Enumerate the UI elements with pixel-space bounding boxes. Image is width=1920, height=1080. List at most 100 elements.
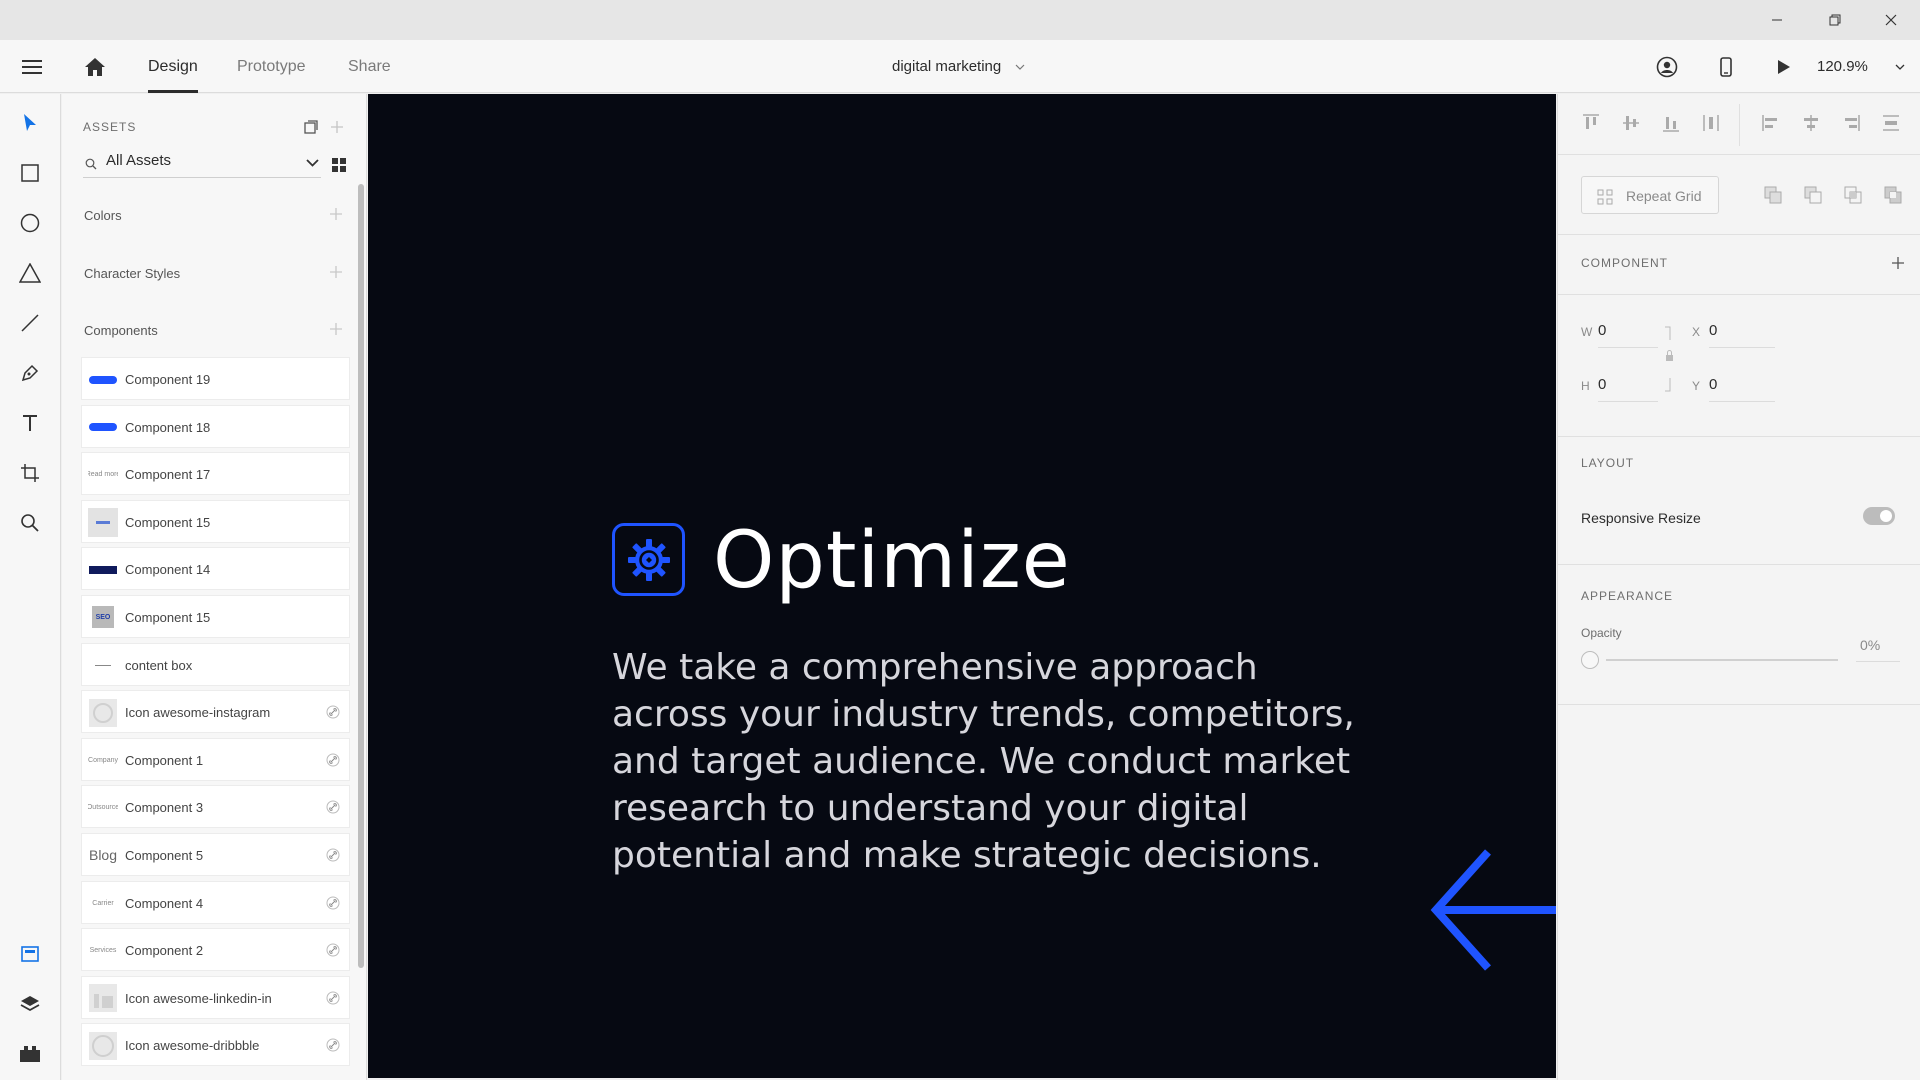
repeat-grid-button[interactable]: Repeat Grid (1581, 176, 1719, 214)
align-bottom-button[interactable] (1660, 112, 1682, 134)
component-list-item[interactable]: Company Component 1 (81, 737, 350, 781)
menu-button[interactable] (16, 40, 48, 93)
artboard-canvas[interactable]: Optimize We take a comprehensive approac… (368, 94, 1556, 1078)
opacity-value[interactable]: 0% (1860, 637, 1880, 653)
select-tool[interactable] (10, 103, 50, 143)
ellipse-tool[interactable] (10, 203, 50, 243)
opacity-slider-track[interactable] (1606, 659, 1838, 661)
repeat-grid-icon (1597, 189, 1613, 205)
layers-panel-button[interactable] (10, 984, 50, 1024)
grid-view-button[interactable] (332, 158, 346, 172)
subtract-button[interactable] (1802, 184, 1824, 206)
line-tool[interactable] (10, 303, 50, 343)
assets-panel-button[interactable] (10, 934, 50, 974)
component-thumbnail (88, 413, 118, 442)
document-menu-toggle[interactable] (1012, 40, 1028, 93)
component-thumbnail: Services (89, 947, 117, 955)
link-icon (326, 991, 340, 1005)
zoom-level[interactable]: 120.9% (1817, 40, 1868, 93)
device-preview-button[interactable] (1714, 40, 1738, 93)
height-input[interactable]: 0 (1598, 376, 1606, 393)
character-styles-section-label[interactable]: Character Styles (84, 266, 180, 281)
document-title[interactable]: digital marketing (892, 40, 1001, 93)
text-tool[interactable] (10, 403, 50, 443)
open-libraries-button[interactable] (304, 120, 318, 134)
component-list-item[interactable]: Component 14 (81, 547, 350, 591)
component-list-item[interactable]: Component 18 (81, 404, 350, 448)
zoom-menu-toggle[interactable] (1892, 40, 1908, 93)
width-underline (1598, 347, 1658, 348)
component-list-item[interactable]: Read more Component 17 (81, 452, 350, 496)
add-component-button[interactable] (329, 322, 345, 338)
pen-tool[interactable] (10, 353, 50, 393)
align-right-button[interactable] (1840, 112, 1862, 134)
assets-scrollbar[interactable] (358, 184, 364, 968)
text-icon (23, 415, 37, 431)
close-button[interactable] (1862, 0, 1920, 40)
responsive-resize-toggle[interactable] (1863, 507, 1895, 525)
polygon-tool[interactable] (10, 253, 50, 293)
opacity-slider-handle[interactable] (1581, 651, 1599, 669)
assets-icon (21, 946, 39, 962)
intersect-button[interactable] (1842, 184, 1864, 206)
add-button[interactable] (1762, 184, 1784, 206)
x-label: X (1692, 325, 1701, 339)
distribute-horizontal-button[interactable] (1700, 112, 1722, 134)
align-middle-button[interactable] (1620, 112, 1642, 134)
colors-section-label[interactable]: Colors (84, 208, 122, 223)
component-list-item[interactable]: Carrier Component 4 (81, 880, 350, 924)
distribute-icon (1703, 115, 1719, 131)
component-list-item[interactable]: SEO Component 15 (81, 594, 350, 638)
assets-filter[interactable]: All Assets (83, 150, 321, 178)
invite-button[interactable] (1655, 40, 1679, 93)
lock-icon (1665, 326, 1673, 392)
artboard-tool[interactable] (10, 453, 50, 493)
y-underline (1709, 401, 1775, 402)
align-top-button[interactable] (1580, 112, 1602, 134)
boolean-intersect-icon (1844, 186, 1862, 204)
home-button[interactable] (80, 40, 110, 93)
pen-icon (21, 364, 39, 382)
play-button[interactable] (1772, 40, 1796, 93)
component-label: content box (125, 657, 193, 673)
y-input[interactable]: 0 (1709, 376, 1717, 393)
align-middle-icon (1623, 116, 1639, 130)
component-list-item[interactable]: Icon awesome-instagram (81, 690, 350, 734)
component-list-item[interactable]: Component 15 (81, 499, 350, 543)
component-list-item[interactable]: Outsource Component 3 (81, 785, 350, 829)
component-list-item[interactable]: Icon awesome-linkedin-in (81, 975, 350, 1019)
assets-heading: ASSETS (83, 120, 137, 134)
x-input[interactable]: 0 (1709, 322, 1717, 339)
align-left-button[interactable] (1760, 112, 1782, 134)
link-icon (326, 896, 340, 910)
restore-button[interactable] (1806, 0, 1864, 40)
component-list-item[interactable]: Blog Component 5 (81, 832, 350, 876)
make-component-button[interactable] (1891, 256, 1905, 270)
component-list-item[interactable]: Component 19 (81, 357, 350, 400)
component-list-item[interactable]: Icon awesome-dribbble (81, 1023, 350, 1067)
add-color-button[interactable] (329, 207, 345, 223)
align-bottom-icon (1663, 117, 1679, 132)
component-list-item[interactable]: Services Component 2 (81, 928, 350, 972)
add-character-style-button[interactable] (329, 265, 345, 281)
tab-prototype[interactable]: Prototype (237, 40, 305, 93)
minimize-button[interactable] (1748, 0, 1806, 40)
lock-aspect-button[interactable] (1664, 326, 1674, 392)
plugins-panel-button[interactable] (10, 1034, 50, 1074)
artboard-icon (21, 464, 39, 482)
distribute-vertical-button[interactable] (1880, 112, 1902, 134)
exclude-overlap-button[interactable] (1882, 184, 1904, 206)
tab-share[interactable]: Share (348, 40, 391, 93)
align-center-button[interactable] (1800, 112, 1822, 134)
zoom-tool[interactable] (10, 503, 50, 543)
add-asset-button[interactable] (330, 120, 344, 134)
components-section-label[interactable]: Components (84, 323, 158, 338)
rectangle-tool[interactable] (10, 153, 50, 193)
restore-icon (1829, 14, 1841, 26)
plus-icon (331, 121, 343, 133)
opacity-label: Opacity (1581, 626, 1622, 640)
tab-design[interactable]: Design (148, 40, 198, 93)
search-icon (21, 514, 39, 532)
width-input[interactable]: 0 (1598, 322, 1606, 339)
component-list-item[interactable]: content box (81, 642, 350, 686)
